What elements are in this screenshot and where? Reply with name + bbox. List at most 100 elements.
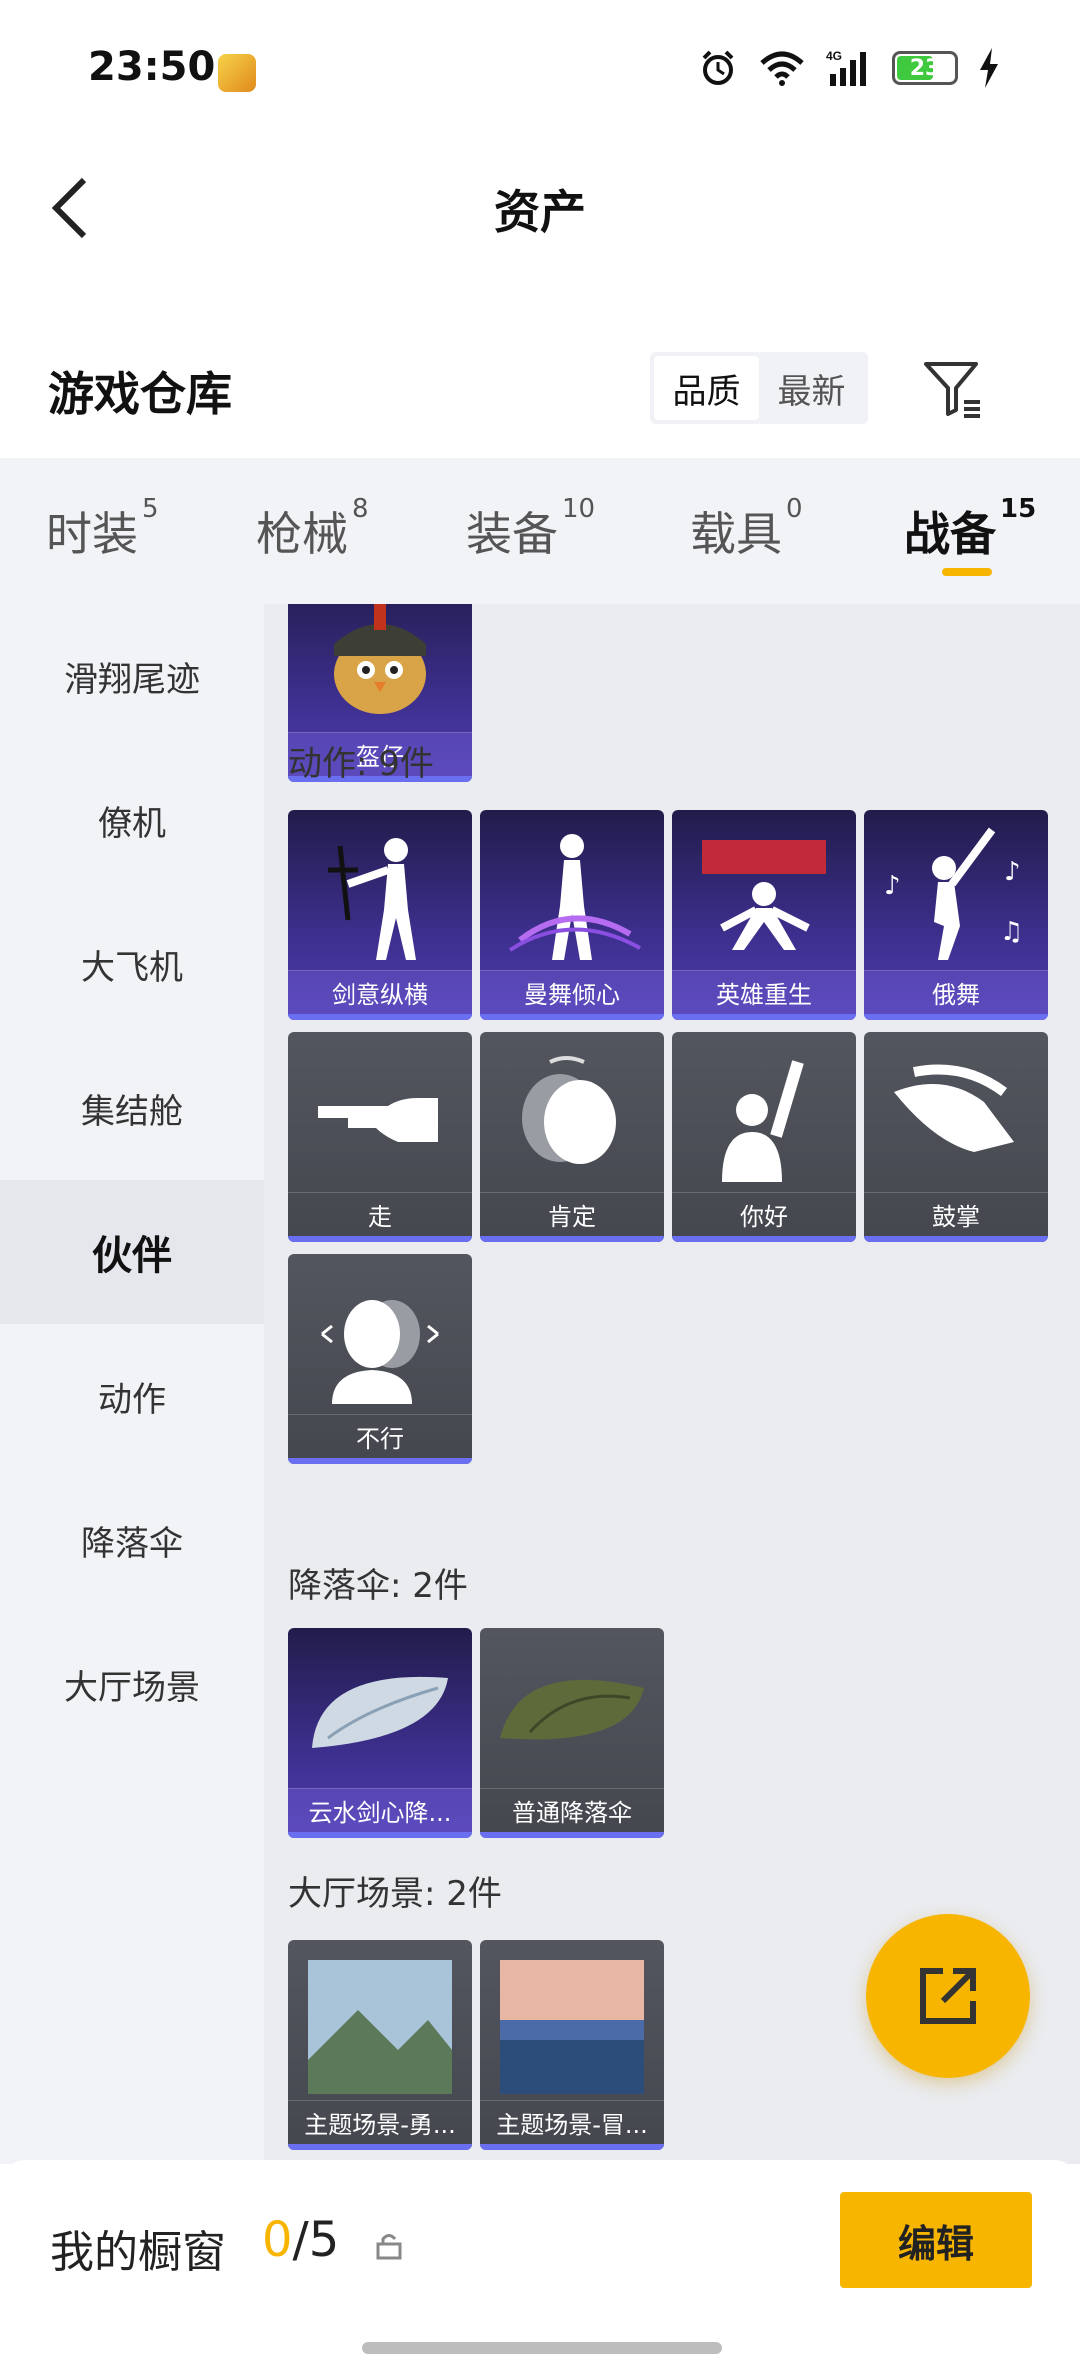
sort-quality-option[interactable]: 品质 (654, 356, 759, 420)
edit-button[interactable]: 编辑 (840, 2192, 1032, 2288)
head-shake-icon (321, 1300, 439, 1404)
sidebar: 滑翔尾迹 僚机 大飞机 集结舱 伙伴 动作 降落伞 大厅场景 (0, 604, 264, 2164)
warehouse-title: 游戏仓库 (48, 367, 232, 421)
sidebar-item-emote[interactable]: 动作 (0, 1324, 264, 1468)
charging-bolt-icon (980, 48, 998, 88)
parachute-icon (312, 1676, 448, 1748)
item-name: 走 (288, 1192, 472, 1236)
status-time: 23:50 (88, 44, 216, 90)
item-name: 主题场景-冒... (480, 2100, 664, 2144)
sidebar-item-lobby-scene[interactable]: 大厅场景 (0, 1612, 264, 1756)
page-title: 资产 (494, 185, 586, 239)
rarity-bar (480, 2144, 664, 2150)
item-name: 曼舞倾心 (480, 970, 664, 1014)
tab-count: 8 (352, 494, 369, 524)
rarity-bar (288, 1458, 472, 1464)
showcase-total: /5 (292, 2212, 340, 2268)
svg-text:4G: 4G (826, 49, 842, 63)
rarity-bar (288, 2144, 472, 2150)
svg-text:♪: ♪ (884, 871, 901, 901)
parachute-icon (500, 1679, 644, 1740)
warehouse-header: 游戏仓库 品质 最新 (0, 330, 1080, 450)
rarity-bar (864, 1236, 1048, 1242)
rarity-bar (288, 1832, 472, 1838)
rarity-bar (288, 1014, 472, 1020)
nodding-head-icon (522, 1056, 616, 1164)
sidebar-item-parachute[interactable]: 降落伞 (0, 1468, 264, 1612)
external-link-icon (920, 1968, 976, 2024)
svg-text:♪: ♪ (1004, 857, 1021, 887)
item-card-emote[interactable]: 不行 (288, 1254, 472, 1464)
status-bar: 23:50 4G 23 (0, 0, 1080, 140)
showcase-count: 0/5 (262, 2212, 339, 2268)
section-title-lobby-scene: 大厅场景: 2件 (288, 1874, 502, 1914)
tab-label: 时装 (46, 507, 138, 561)
item-card-emote[interactable]: 曼舞倾心 (480, 810, 664, 1020)
item-name: 云水剑心降... (288, 1788, 472, 1832)
battery-icon: 23 (892, 51, 958, 85)
rarity-bar (672, 1236, 856, 1242)
rarity-bar (480, 1014, 664, 1020)
item-card-emote[interactable]: 英雄重生 (672, 810, 856, 1020)
rarity-bar (288, 1236, 472, 1242)
item-name: 普通降落伞 (480, 1788, 664, 1832)
showcase-current: 0 (262, 2212, 293, 2268)
item-name: 俄舞 (864, 970, 1048, 1014)
rarity-bar (672, 1014, 856, 1020)
battery-level: 23 (909, 55, 941, 81)
alarm-icon (702, 50, 734, 85)
tab-count: 5 (142, 494, 159, 524)
tab-label: 装备 (466, 507, 558, 561)
share-button[interactable] (866, 1914, 1030, 2078)
sort-toggle: 品质 最新 (650, 352, 868, 424)
tab-label: 载具 (690, 507, 782, 561)
sort-latest-option[interactable]: 最新 (759, 356, 864, 420)
rarity-bar (480, 1832, 664, 1838)
cellular-signal-icon: 4G (826, 49, 866, 86)
item-name: 剑意纵横 (288, 970, 472, 1014)
item-card-lobby-scene[interactable]: 主题场景-勇... (288, 1940, 472, 2150)
category-tabs: 时装 5 枪械 8 装备 10 载具 0 战备 15 (0, 458, 1080, 604)
tab-label: 战备 (904, 507, 996, 561)
item-card-emote[interactable]: 鼓掌 (864, 1032, 1048, 1242)
tab-fashion[interactable]: 时装 5 (46, 494, 159, 564)
clapping-hands-icon (894, 1064, 1014, 1152)
item-name: 英雄重生 (672, 970, 856, 1014)
filter-button[interactable] (920, 356, 986, 422)
sidebar-item-big-plane[interactable]: 大飞机 (0, 892, 264, 1036)
sidebar-item-wingman[interactable]: 僚机 (0, 748, 264, 892)
section-title-parachute: 降落伞: 2件 (288, 1566, 468, 1606)
rarity-bar (864, 1014, 1048, 1020)
svg-text:♫: ♫ (1000, 917, 1023, 947)
dancer-silhouette-icon (508, 834, 641, 960)
home-indicator[interactable] (362, 2342, 722, 2354)
item-card-emote[interactable]: 剑意纵横 (288, 810, 472, 1020)
section-title-emote: 动作: 9件 (288, 744, 434, 784)
showcase-bar: 我的橱窗 0/5 编辑 (0, 2160, 1080, 2373)
sidebar-item-partner[interactable]: 伙伴 (0, 1180, 264, 1324)
item-name: 鼓掌 (864, 1192, 1048, 1236)
hero-pose-icon (702, 840, 826, 950)
item-card-emote[interactable]: 走 (288, 1032, 472, 1242)
wifi-icon (760, 51, 804, 86)
tab-label: 枪械 (256, 507, 348, 561)
item-card-parachute[interactable]: 普通降落伞 (480, 1628, 664, 1838)
dancer-silhouette-icon (328, 838, 416, 960)
item-card-emote[interactable]: 肯定 (480, 1032, 664, 1242)
tab-vehicles[interactable]: 载具 0 (690, 494, 803, 564)
seascape-thumbnail-icon (500, 1960, 644, 2094)
tab-battle-prep[interactable]: 战备 15 (904, 494, 1036, 564)
item-card-lobby-scene[interactable]: 主题场景-冒... (480, 1940, 664, 2150)
item-card-emote[interactable]: ♪ ♪ ♫ 俄舞 (864, 810, 1048, 1020)
item-card-parachute[interactable]: 云水剑心降... (288, 1628, 472, 1838)
status-icons: 4G 23 (698, 48, 1000, 88)
tab-equipment[interactable]: 装备 10 (466, 494, 595, 564)
showcase-label: 我的橱窗 (50, 2227, 226, 2278)
tab-guns[interactable]: 枪械 8 (256, 494, 369, 564)
sidebar-item-assembly-pod[interactable]: 集结舱 (0, 1036, 264, 1180)
item-card-emote[interactable]: 你好 (672, 1032, 856, 1242)
sidebar-item-glide-trail[interactable]: 滑翔尾迹 (0, 604, 264, 748)
item-name: 主题场景-勇... (288, 2100, 472, 2144)
app-notification-icon (218, 54, 256, 92)
lock-icon (376, 2234, 402, 2260)
